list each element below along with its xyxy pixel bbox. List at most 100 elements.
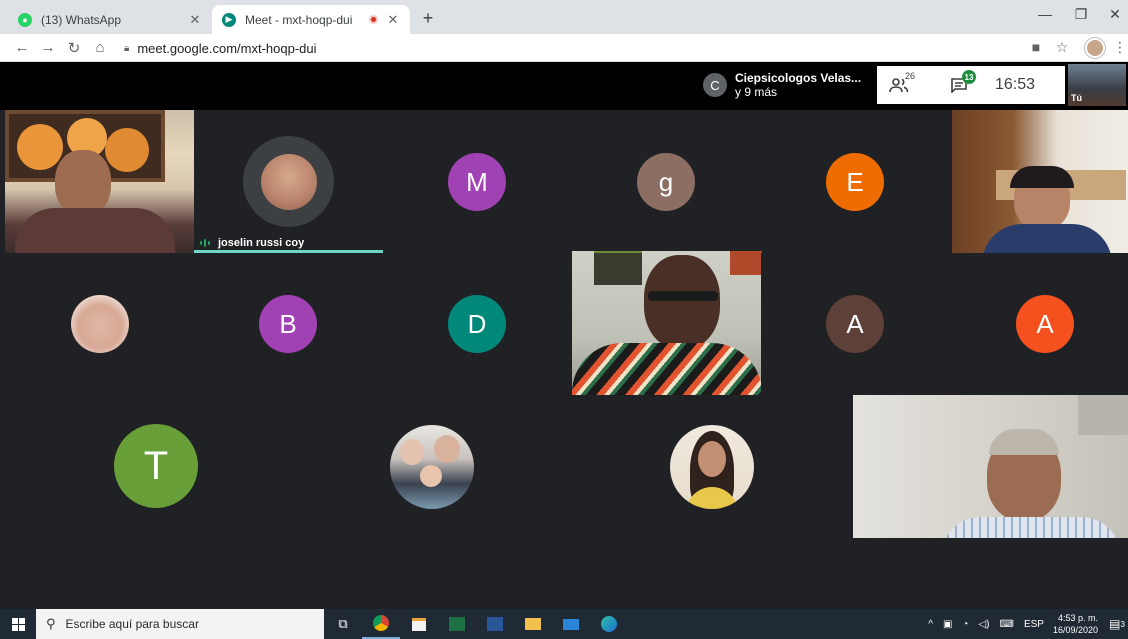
person-glasses	[648, 291, 718, 301]
minimize-button[interactable]: —	[1030, 6, 1060, 22]
taskbar-chrome[interactable]	[362, 609, 400, 639]
wall-picture	[730, 251, 762, 275]
recording-indicator-icon	[369, 15, 378, 24]
person-face	[644, 255, 720, 349]
participant-tile[interactable]	[5, 253, 194, 395]
meeting-controls: 26 13 16:53	[877, 66, 1065, 104]
back-button[interactable]: ←	[12, 39, 32, 56]
person-hair	[989, 429, 1059, 455]
address-bar: ← → ↻ ⌂ 🔒︎ meet.google.com/mxt-hoqp-dui …	[0, 34, 1128, 62]
video-tile[interactable]	[5, 110, 194, 253]
background-window	[1078, 395, 1128, 435]
taskbar-mail[interactable]	[552, 609, 590, 639]
participant-tile[interactable]: g	[572, 110, 761, 253]
video-tile[interactable]	[853, 395, 1128, 538]
tab-meet[interactable]: ▶ Meet - mxt-hoqp-dui ✕	[212, 5, 410, 34]
close-tab-icon[interactable]: ✕	[384, 11, 402, 29]
word-icon	[487, 617, 503, 631]
participant-tile[interactable]: A	[950, 253, 1128, 395]
participant-tile[interactable]: A	[761, 253, 950, 395]
start-button[interactable]	[0, 609, 36, 639]
bookmark-star-icon[interactable]: ☆	[1052, 39, 1072, 56]
person-hair	[1010, 166, 1074, 188]
self-view-thumbnail[interactable]: Tú	[1068, 64, 1126, 106]
tab-title: (13) WhatsApp	[41, 12, 122, 27]
camera-in-use-icon[interactable]: ■	[1026, 39, 1046, 55]
chip-subtitle: y 9 más	[735, 85, 778, 99]
language-indicator[interactable]: ESP	[1024, 619, 1044, 630]
chevron-up-icon[interactable]: ^	[928, 619, 933, 630]
participant-avatar: E	[826, 153, 884, 211]
participant-grid: joselin russi coy M g E B D A A T	[5, 110, 1128, 538]
participant-tile-speaking[interactable]: joselin russi coy	[194, 110, 383, 253]
participant-avatar: M	[448, 153, 506, 211]
people-button[interactable]: 26	[877, 71, 921, 93]
participant-tile[interactable]: D	[383, 253, 572, 395]
participant-tile[interactable]	[574, 395, 854, 538]
reload-button[interactable]: ↻	[64, 39, 84, 57]
menu-kebab-icon[interactable]: ⋮	[1110, 39, 1128, 56]
notification-icon: ▤	[1109, 617, 1121, 631]
avatar	[71, 295, 129, 353]
restore-button[interactable]: ❐	[1066, 6, 1096, 23]
new-tab-button[interactable]: +	[418, 8, 438, 29]
taskbar-search[interactable]: ⚲ Escribe aquí para buscar	[36, 609, 324, 639]
notification-center-button[interactable]: ▤ 3	[1106, 609, 1128, 639]
url-field[interactable]: 🔒︎ meet.google.com/mxt-hoqp-dui	[118, 37, 1018, 59]
meeting-clock: 16:53	[995, 76, 1036, 93]
participant-avatar: A	[826, 295, 884, 353]
video-tile[interactable]	[572, 251, 762, 395]
avatar	[243, 136, 334, 227]
person-face	[55, 150, 111, 216]
taskbar-edge[interactable]	[590, 609, 628, 639]
network-app-icon[interactable]: ▣	[943, 619, 952, 630]
participant-tile[interactable]: T	[10, 395, 294, 538]
chip-avatar: C	[703, 73, 727, 97]
keyboard-icon[interactable]: ⌨	[1000, 619, 1014, 630]
taskbar-clock[interactable]: 4:53 p. m. 16/09/2020	[1053, 612, 1098, 636]
task-view-button[interactable]: ⧉	[324, 609, 362, 639]
lock-icon: 🔒︎	[124, 42, 130, 54]
chrome-icon	[373, 615, 389, 631]
taskbar-explorer[interactable]	[514, 609, 552, 639]
wifi-icon[interactable]: ◔	[962, 619, 968, 630]
person-body	[15, 208, 175, 253]
windows-taskbar: ⚲ Escribe aquí para buscar ⧉ ^ ▣ ◔ ◁) ⌨ …	[0, 609, 1128, 639]
forward-button[interactable]: →	[38, 39, 58, 56]
profile-avatar[interactable]	[1085, 38, 1105, 58]
participant-tile[interactable]	[294, 395, 574, 538]
person-body	[982, 224, 1112, 253]
mail-icon	[563, 618, 579, 630]
participant-nameplate: joselin russi coy	[200, 237, 304, 249]
browser-tab-bar: ● (13) WhatsApp ✕ ▶ Meet - mxt-hoqp-dui …	[0, 0, 1128, 34]
close-tab-icon[interactable]: ✕	[186, 11, 204, 29]
taskbar-word[interactable]	[476, 609, 514, 639]
person-body	[572, 343, 762, 395]
participant-tile[interactable]: B	[194, 253, 383, 395]
chat-button[interactable]: 13	[937, 70, 981, 93]
excel-icon	[449, 617, 465, 631]
taskbar-store[interactable]	[400, 609, 438, 639]
edge-icon	[601, 616, 617, 632]
url-text: meet.google.com/mxt-hoqp-dui	[137, 40, 317, 56]
meeting-info-chip[interactable]: C Ciepsicologos Velas... y 9 más	[697, 66, 877, 104]
people-count: 26	[905, 71, 916, 81]
screen: ● (13) WhatsApp ✕ ▶ Meet - mxt-hoqp-dui …	[0, 0, 1128, 639]
meet-window: C Ciepsicologos Velas... y 9 más 26 13 1…	[0, 62, 1128, 609]
wall-picture	[594, 251, 642, 285]
video-tile[interactable]	[952, 110, 1128, 253]
avatar	[670, 425, 754, 509]
taskbar-excel[interactable]	[438, 609, 476, 639]
tab-whatsapp[interactable]: ● (13) WhatsApp ✕	[8, 5, 212, 34]
volume-icon[interactable]: ◁)	[978, 619, 989, 630]
tab-title: Meet - mxt-hoqp-dui	[245, 12, 353, 27]
close-window-button[interactable]: ✕	[1100, 6, 1128, 23]
meet-icon: ▶	[222, 12, 236, 27]
speaking-indicator-icon	[200, 239, 212, 247]
participant-tile[interactable]: M	[383, 110, 572, 253]
home-button[interactable]: ⌂	[90, 39, 110, 56]
participant-avatar: g	[637, 153, 695, 211]
participant-avatar: D	[448, 295, 506, 353]
participant-tile[interactable]: E	[761, 110, 950, 253]
system-tray: ^ ▣ ◔ ◁) ⌨ ESP 4:53 p. m. 16/09/2020 ▤ 3	[923, 609, 1128, 639]
